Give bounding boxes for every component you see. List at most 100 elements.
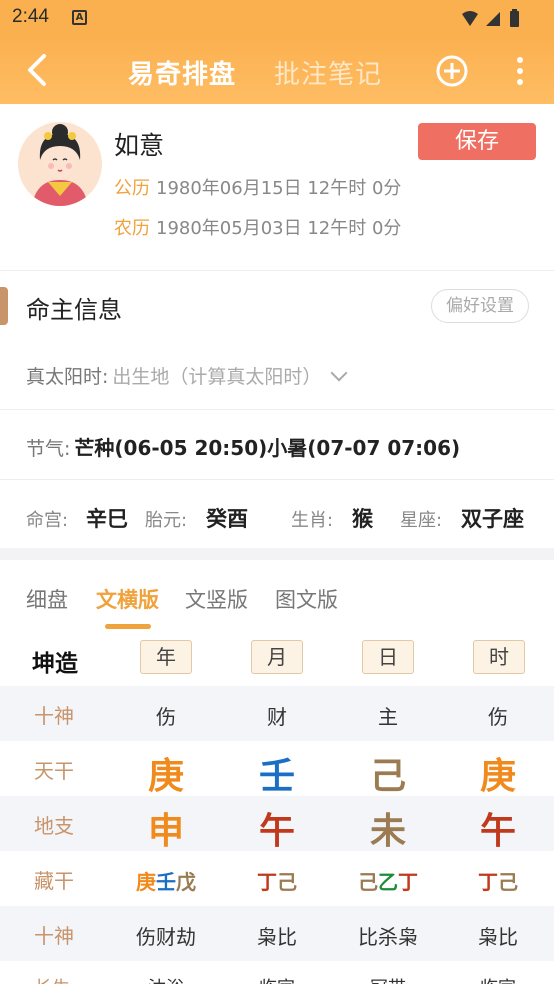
canggan-char: 己 (358, 870, 378, 894)
tab-tuwen[interactable]: 图文版 (275, 584, 338, 614)
canggan-char: 己 (277, 870, 297, 894)
true-solar-time-row[interactable]: 真太阳时: 出生地（计算真太阳时） (26, 362, 348, 389)
changsheng-year: 沐浴 (111, 974, 221, 984)
row-changsheng: 长生 沐浴 临官 冠带 临官 (0, 962, 554, 984)
shishen-day: 主 (378, 705, 398, 729)
jieqi-row: 节气: 芒种(06-05 20:50)小暑(07-07 07:06) (26, 432, 460, 461)
pillar-header: 坤造 年 月 日 时 (0, 632, 554, 686)
lunar-date: 1980年05月03日 12午时 0分 (156, 218, 402, 239)
shishen-month: 财 (267, 705, 287, 729)
tiangan-day: 己 (369, 756, 406, 797)
tab-paipan[interactable]: 易奇排盘 (128, 54, 236, 91)
status-bar: 2:44 A (0, 0, 554, 36)
row-label: 十神 (34, 704, 74, 728)
lunar-tag: 农历 (114, 218, 150, 239)
canggan-char: 丁 (478, 870, 498, 894)
tiangan-hour: 庚 (479, 756, 516, 797)
shishen2-year: 伤财劫 (136, 925, 196, 949)
dizhi-year: 申 (147, 811, 184, 852)
changsheng-day: 冠带 (333, 974, 443, 984)
shishen2-month: 枭比 (257, 925, 297, 949)
active-tab-indicator (105, 624, 151, 629)
canggan-hour: 丁己 (443, 866, 553, 895)
tab-wenshu[interactable]: 文竖版 (185, 584, 248, 614)
xingzuo-label: 星座: (400, 510, 443, 531)
profile-name: 如意 (114, 131, 165, 160)
shengxiao-label: 生肖: (291, 510, 334, 531)
canggan-day: 己乙丁 (333, 866, 443, 895)
dizhi-month: 午 (258, 811, 295, 852)
minggong-value: 辛巳 (86, 507, 128, 531)
tab-xipan[interactable]: 细盘 (26, 584, 68, 614)
tab-wenheng[interactable]: 文横版 (96, 584, 159, 614)
preference-button[interactable]: 偏好设置 (431, 289, 529, 323)
lunar-date-row: 农历 1980年05月03日 12午时 0分 (114, 214, 401, 240)
row-label: 天干 (34, 759, 74, 783)
section-header: 命主信息 偏好设置 (0, 270, 554, 340)
divider (0, 409, 554, 410)
row-tiangan: 天干 庚 壬 己 庚 (0, 741, 554, 797)
canggan-char: 丁 (398, 870, 418, 894)
divider (0, 479, 554, 480)
pillar-day: 日 (362, 640, 414, 674)
solar-date-row: 公历 1980年06月15日 12午时 0分 (114, 174, 401, 200)
row-canggan: 藏干 庚壬戊 丁己 己乙丁 丁己 (0, 851, 554, 906)
changsheng-hour: 临官 (443, 974, 553, 984)
pillar-month: 月 (251, 640, 303, 674)
shishen2-hour: 枭比 (478, 925, 518, 949)
canggan-year: 庚壬戊 (111, 866, 221, 895)
row-label: 十神 (34, 924, 74, 948)
gender-title: 坤造 (32, 651, 78, 677)
row-dizhi: 地支 申 午 未 午 (0, 796, 554, 852)
save-button[interactable]: 保存 (418, 123, 536, 160)
canggan-char: 戊 (176, 870, 196, 894)
true-solar-time-label: 真太阳时: (26, 366, 109, 388)
notification-icon: A (72, 10, 87, 25)
avatar[interactable] (18, 122, 102, 206)
canggan-char: 乙 (378, 870, 398, 894)
status-time: 2:44 (12, 6, 49, 27)
shishen-hour: 伤 (488, 705, 508, 729)
tiangan-month: 壬 (258, 756, 295, 797)
battery-icon (510, 11, 519, 27)
canggan-char: 壬 (156, 870, 176, 894)
top-bar: 易奇排盘 批注笔记 (0, 36, 554, 104)
changsheng-month: 临官 (222, 974, 332, 984)
more-icon[interactable] (510, 54, 530, 88)
taiyuan-value: 癸酉 (206, 507, 248, 531)
section-accent (0, 287, 8, 325)
layout-tabs: 细盘 文横版 文竖版 图文版 (0, 560, 554, 632)
info-row: 命宫: 辛巳 胎元: 癸酉 生肖: 猴 星座: 双子座 (26, 502, 546, 532)
row-shishen-top: 十神 伤 财 主 伤 (0, 686, 554, 741)
tab-notes[interactable]: 批注笔记 (274, 54, 382, 91)
row-label: 地支 (34, 814, 74, 838)
canggan-char: 己 (498, 870, 518, 894)
pillar-year: 年 (140, 640, 192, 674)
solar-tag: 公历 (114, 178, 150, 199)
jieqi-value: 芒种(06-05 20:50)小暑(07-07 07:06) (74, 436, 461, 460)
canggan-month: 丁己 (222, 866, 332, 895)
section-title: 命主信息 (26, 296, 122, 324)
status-icons (462, 9, 519, 27)
signal-icon (486, 12, 500, 26)
jieqi-label: 节气: (26, 438, 71, 460)
shengxiao-value: 猴 (352, 507, 373, 531)
taiyuan-label: 胎元: (145, 510, 188, 531)
section-gap (0, 548, 554, 560)
add-icon[interactable] (435, 54, 469, 88)
xingzuo-value: 双子座 (461, 507, 524, 531)
row-label: 长生 (34, 974, 70, 984)
pillar-hour: 时 (473, 640, 525, 674)
tiangan-year: 庚 (147, 756, 184, 797)
shishen-year: 伤 (156, 705, 176, 729)
wifi-icon (462, 11, 478, 26)
chevron-down-icon (330, 364, 348, 382)
canggan-char: 丁 (257, 870, 277, 894)
canggan-char: 庚 (136, 870, 156, 894)
dizhi-day: 未 (369, 811, 406, 852)
row-shishen-bottom: 十神 伤财劫 枭比 比杀枭 枭比 (0, 906, 554, 961)
row-label: 藏干 (34, 869, 74, 893)
back-icon[interactable] (20, 50, 60, 90)
solar-date: 1980年06月15日 12午时 0分 (156, 178, 402, 199)
profile-card: 如意 保存 公历 1980年06月15日 12午时 0分 农历 1980年05月03… (0, 104, 554, 270)
